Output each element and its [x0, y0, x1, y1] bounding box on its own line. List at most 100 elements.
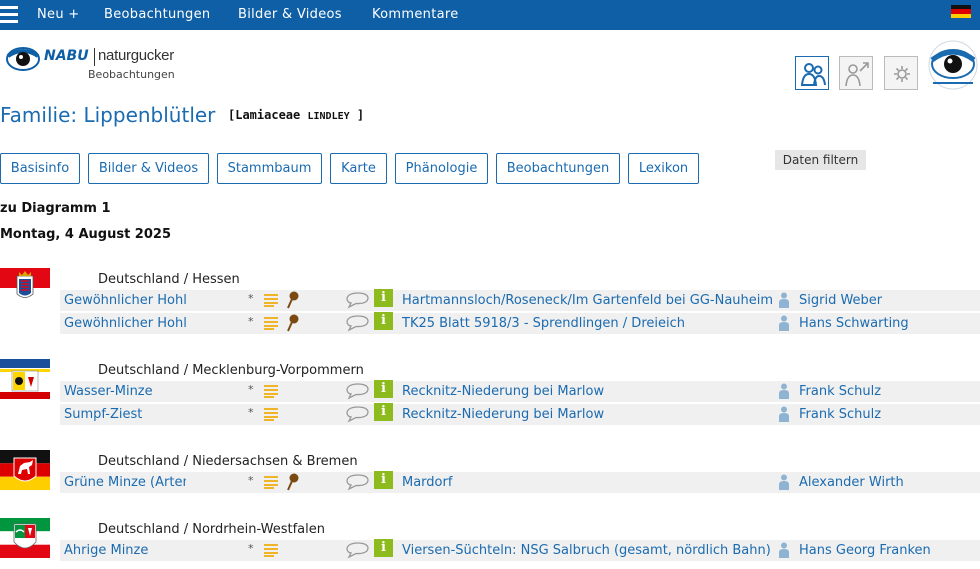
notes-icon[interactable]: [264, 475, 278, 489]
gear-icon: [894, 66, 910, 82]
info-icon[interactable]: i: [374, 380, 393, 398]
observer-link[interactable]: Hans Schwarting: [799, 316, 909, 331]
region-label: Deutschland / Nordrhein-Westfalen: [98, 522, 325, 537]
nordrhein-westfalen-flag-icon: [0, 518, 50, 558]
observer-link[interactable]: Frank Schulz: [799, 407, 881, 422]
location-link[interactable]: Viersen-Süchteln: NSG Salbruch (gesamt, …: [402, 543, 776, 558]
comment-icon[interactable]: [346, 314, 370, 332]
comment-icon[interactable]: [346, 405, 370, 423]
tab-map[interactable]: Karte: [330, 153, 387, 184]
logo-divider: [94, 48, 95, 66]
hessen-flag-icon: [0, 268, 50, 308]
person-icon: [779, 474, 789, 490]
date-heading: Montag, 4 August 2025: [0, 227, 171, 242]
region-label: Deutschland / Mecklenburg-Vorpommern: [98, 363, 364, 378]
tab-observations[interactable]: Beobachtungen: [496, 153, 620, 184]
observer-link[interactable]: Alexander Wirth: [799, 475, 904, 490]
observer-link[interactable]: Sigrid Weber: [799, 293, 882, 308]
info-icon[interactable]: i: [374, 289, 393, 307]
location-link[interactable]: Mardorf: [402, 475, 776, 490]
info-icon[interactable]: i: [374, 471, 393, 489]
notes-icon[interactable]: [264, 543, 278, 557]
species-link[interactable]: Ährige Minze: [64, 543, 186, 558]
eye-logo-icon: [6, 47, 40, 71]
pin-icon[interactable]: [286, 314, 300, 332]
login-button[interactable]: [839, 56, 873, 90]
species-link[interactable]: Gewöhnlicher Hohlzahn: [64, 316, 186, 331]
comment-icon[interactable]: [346, 291, 370, 309]
nav-item-media[interactable]: Bilder & Videos: [238, 7, 342, 22]
tab-family-tree[interactable]: Stammbaum: [217, 153, 322, 184]
comment-icon[interactable]: [346, 541, 370, 559]
star-marker: *: [248, 315, 254, 328]
info-icon[interactable]: i: [374, 312, 393, 330]
logo-product: naturgucker: [98, 47, 174, 64]
observation-row[interactable]: Wasser-Minze * i Recknitz-Niederung bei …: [60, 380, 980, 402]
pin-icon[interactable]: [286, 473, 300, 491]
location-link[interactable]: Recknitz-Niederung bei Marlow: [402, 407, 776, 422]
star-marker: *: [248, 474, 254, 487]
filter-data-button[interactable]: Daten filtern: [775, 150, 866, 170]
comment-icon[interactable]: [346, 382, 370, 400]
species-link[interactable]: Grüne Minze (Artengruppe): [64, 475, 186, 490]
diagram-link[interactable]: zu Diagramm 1: [0, 201, 111, 216]
observation-row[interactable]: Ährige Minze * i Viersen-Süchteln: NSG S…: [60, 539, 980, 561]
scientific-name-text: [Lamiaceae: [228, 108, 308, 122]
pin-icon[interactable]: [286, 291, 300, 309]
species-link[interactable]: Gewöhnlicher Hohlzahn: [64, 293, 186, 308]
user-arrow-icon: [845, 62, 869, 87]
species-link[interactable]: Sumpf-Ziest: [64, 407, 186, 422]
nav-item-observations[interactable]: Beobachtungen: [104, 7, 210, 22]
person-icon: [779, 315, 789, 331]
logo-brand: NABU: [44, 48, 89, 64]
hamburger-menu-icon[interactable]: [0, 6, 18, 24]
star-marker: *: [248, 292, 254, 305]
location-link[interactable]: Hartmannsloch/Roseneck/Im Gartenfeld bei…: [402, 293, 776, 308]
scientific-name: [Lamiaceae Lindley ]: [228, 108, 364, 122]
nav-item-comments[interactable]: Kommentare: [372, 7, 459, 22]
tab-media[interactable]: Bilder & Videos: [88, 153, 209, 184]
info-icon[interactable]: i: [374, 539, 393, 557]
star-marker: *: [248, 383, 254, 396]
location-link[interactable]: TK25 Blatt 5918/3 - Sprendlingen / Dreie…: [402, 316, 776, 331]
notes-icon[interactable]: [264, 384, 278, 398]
person-icon: [779, 406, 789, 422]
tab-lexicon[interactable]: Lexikon: [628, 153, 699, 184]
person-icon: [779, 292, 789, 308]
notes-icon[interactable]: [264, 316, 278, 330]
star-marker: *: [248, 406, 254, 419]
naturgucker-eye-icon[interactable]: [928, 40, 978, 90]
scientific-name-close: ]: [356, 108, 365, 122]
naturgucker-logo[interactable]: NABU naturgucker Beobachtungen: [6, 42, 186, 86]
region-label: Deutschland / Hessen: [98, 272, 240, 287]
location-link[interactable]: Recknitz-Niederung bei Marlow: [402, 384, 776, 399]
top-nav-bar: Neu + Beobachtungen Bilder & Videos Komm…: [0, 0, 980, 30]
info-icon[interactable]: i: [374, 403, 393, 421]
settings-button[interactable]: [884, 56, 918, 90]
people-icon: [800, 63, 826, 86]
observation-row[interactable]: Gewöhnlicher Hohlzahn * i Hartmannsloch/…: [60, 289, 980, 311]
comment-icon[interactable]: [346, 473, 370, 491]
person-icon: [779, 542, 789, 558]
nav-new-button[interactable]: Neu +: [37, 7, 80, 22]
observation-row[interactable]: Grüne Minze (Artengruppe) * i Mardorf Al…: [60, 471, 980, 493]
tab-basisinfo[interactable]: Basisinfo: [0, 153, 80, 184]
mecklenburg-vorpommern-flag-icon: [0, 359, 50, 399]
notes-icon[interactable]: [264, 407, 278, 421]
logo-subtitle: Beobachtungen: [88, 68, 175, 81]
observer-link[interactable]: Hans Georg Franken: [799, 543, 931, 558]
page-title: Familie: Lippenblütler: [0, 103, 216, 127]
de-flag-icon[interactable]: [951, 5, 971, 18]
scientific-author: Lindley: [307, 111, 350, 122]
star-marker: *: [248, 542, 254, 555]
observer-link[interactable]: Frank Schulz: [799, 384, 881, 399]
observation-row[interactable]: Sumpf-Ziest * i Recknitz-Niederung bei M…: [60, 403, 980, 425]
niedersachsen-flag-icon: [0, 450, 50, 490]
observation-row[interactable]: Gewöhnlicher Hohlzahn * i TK25 Blatt 591…: [60, 312, 980, 334]
species-link[interactable]: Wasser-Minze: [64, 384, 186, 399]
notes-icon[interactable]: [264, 293, 278, 307]
person-icon: [779, 383, 789, 399]
tab-phenology[interactable]: Phänologie: [395, 153, 488, 184]
region-label: Deutschland / Niedersachsen & Bremen: [98, 454, 358, 469]
community-button[interactable]: [795, 56, 829, 90]
